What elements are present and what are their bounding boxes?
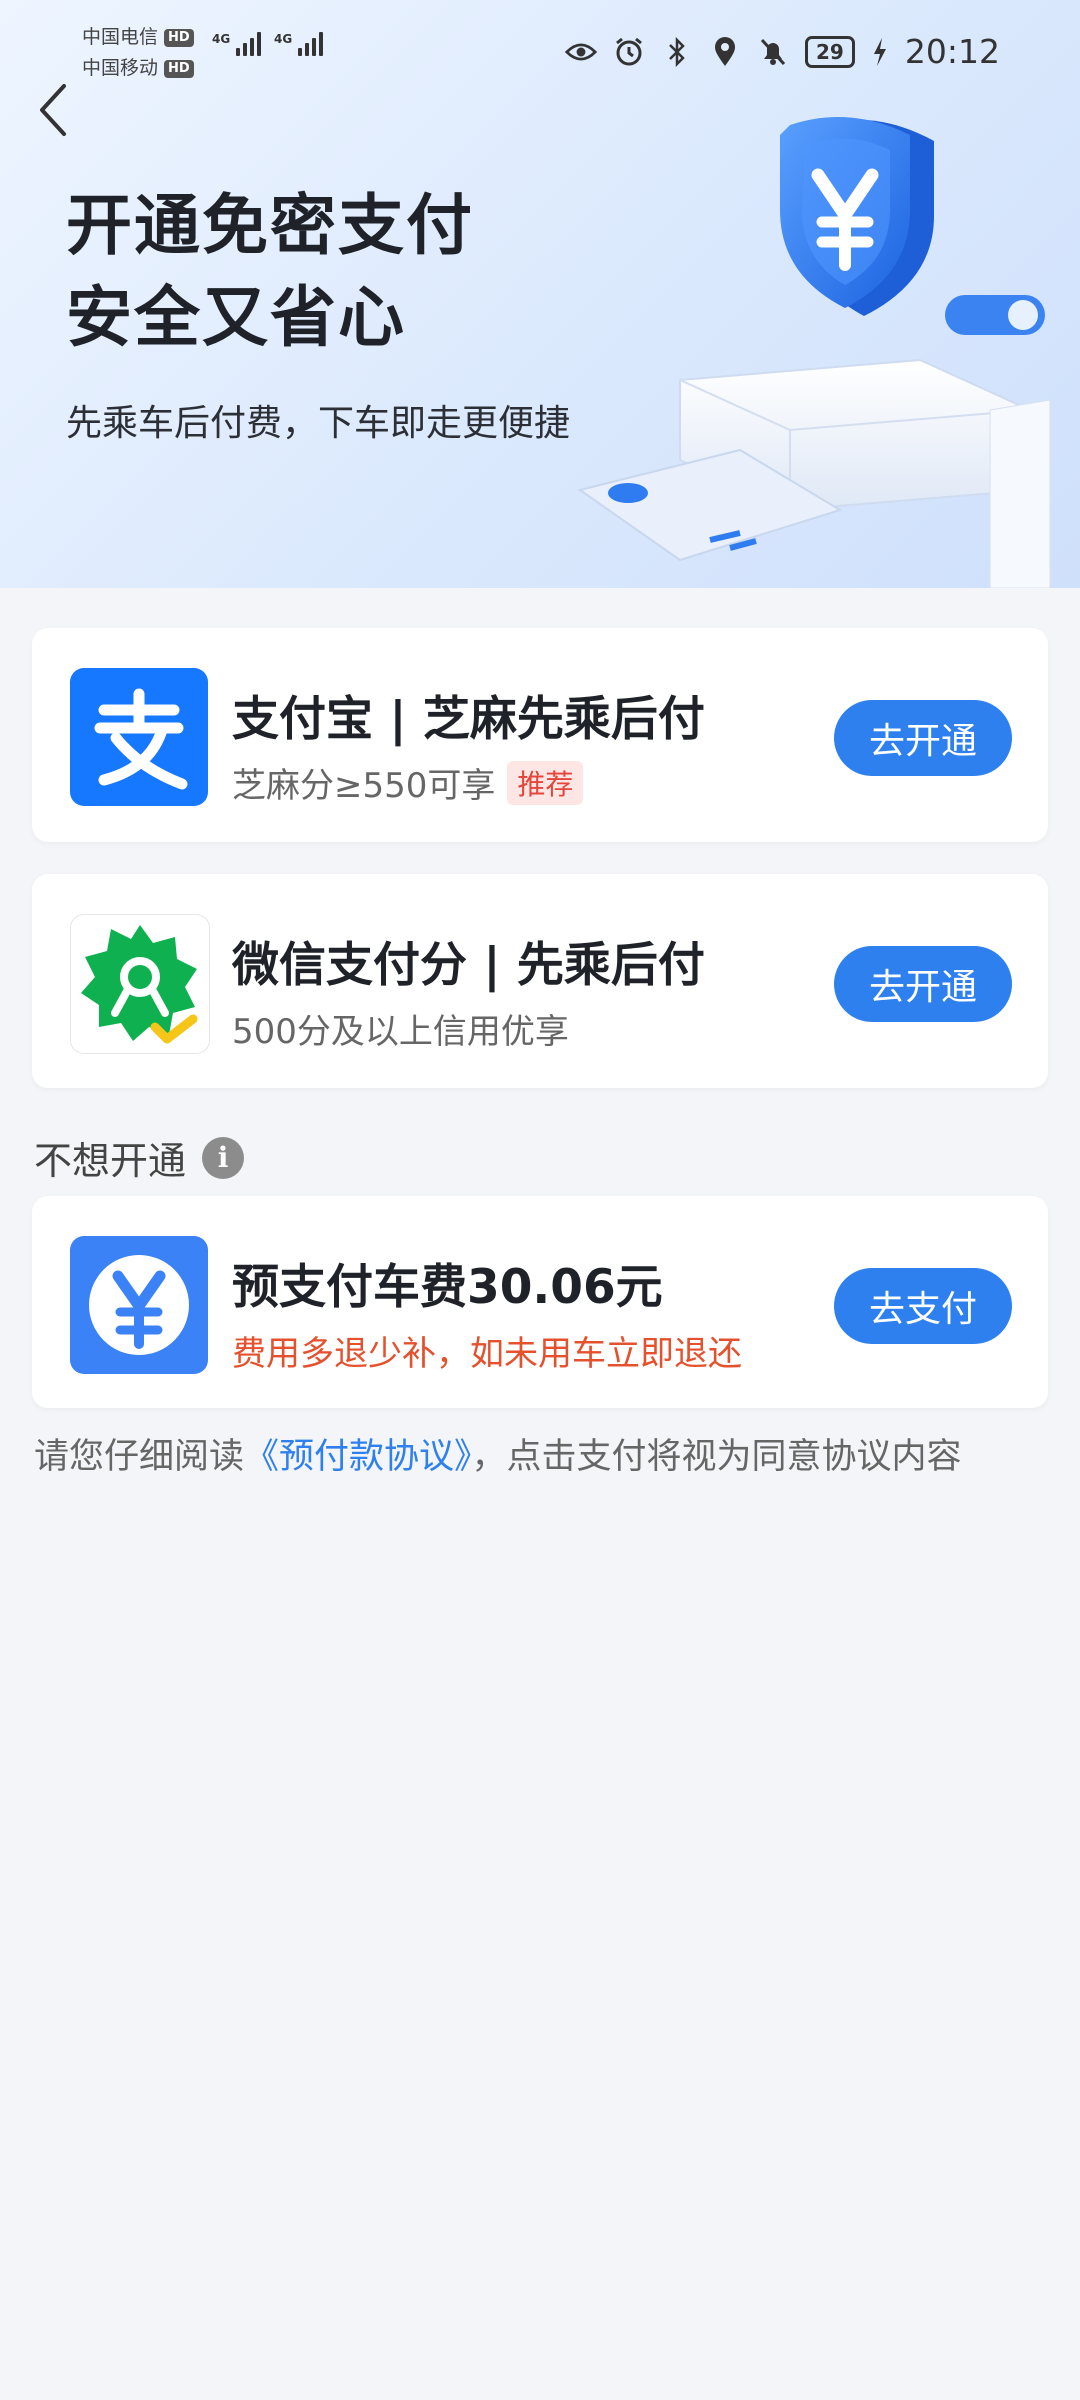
eye-icon bbox=[564, 36, 597, 68]
info-icon[interactable]: i bbox=[202, 1136, 245, 1179]
prepay-description: 费用多退少补，如未用车立即退还 bbox=[232, 1326, 742, 1375]
yen-coin-icon bbox=[70, 1236, 208, 1374]
hero-banner: 中国电信 HD 中国移动 HD 4G 4G 29 20:12 开通免密支付 安全… bbox=[0, 0, 1080, 588]
prepay-refund-note: 费用多退少补，如未用车立即退还 bbox=[232, 1334, 742, 1374]
battery-indicator: 29 bbox=[804, 35, 855, 68]
network-label: 4G bbox=[212, 32, 231, 46]
alipay-activate-button[interactable]: 去开通 bbox=[834, 700, 1012, 776]
alipay-requirement: 芝麻分≥550可享 bbox=[232, 766, 496, 806]
location-icon bbox=[709, 36, 741, 68]
prepay-title: 预支付车费30.06元 bbox=[232, 1260, 663, 1315]
agreement-prefix: 请您仔细阅读 bbox=[34, 1437, 245, 1477]
prepay-button[interactable]: 去支付 bbox=[834, 1268, 1012, 1344]
wechat-activate-button[interactable]: 去开通 bbox=[834, 946, 1012, 1022]
carrier-info: 中国电信 HD 中国移动 HD bbox=[82, 22, 194, 84]
agreement-notice: 请您仔细阅读《预付款协议》，点击支付将视为同意协议内容 bbox=[34, 1428, 962, 1479]
alipay-logo-icon bbox=[70, 668, 208, 806]
alipay-option-card: 支付宝 | 芝麻先乘后付 芝麻分≥550可享 推荐 去开通 bbox=[32, 628, 1048, 842]
status-icons: 29 20:12 bbox=[564, 32, 1000, 71]
hero-title-line-1: 开通免密支付 bbox=[66, 187, 474, 264]
hd-badge: HD bbox=[164, 59, 194, 78]
signal-icon: 4G bbox=[212, 32, 262, 56]
hero-title-line-2: 安全又省心 bbox=[66, 279, 406, 356]
wechat-requirement: 500分及以上信用优享 bbox=[232, 1012, 569, 1052]
hero-subtitle: 先乘车后付费，下车即走更便捷 bbox=[66, 403, 571, 444]
decline-section-label: 不想开通 i bbox=[34, 1130, 245, 1185]
signal-icon: 4G bbox=[274, 32, 324, 56]
recommend-badge: 推荐 bbox=[507, 760, 584, 805]
wechat-option-card: 微信支付分 | 先乘后付 500分及以上信用优享 去开通 bbox=[32, 874, 1048, 1088]
hero-title: 开通免密支付 安全又省心 bbox=[66, 180, 474, 364]
decline-label-text: 不想开通 bbox=[34, 1139, 187, 1183]
clock: 20:12 bbox=[904, 32, 1000, 71]
page: 中国电信 HD 中国移动 HD 4G 4G 29 20:12 开通免密支付 安全… bbox=[0, 0, 1080, 2400]
shield-payment-illustration bbox=[577, 117, 1051, 588]
hd-badge: HD bbox=[164, 28, 194, 47]
status-bar: 中国电信 HD 中国移动 HD 4G 4G 29 20:12 bbox=[0, 0, 1080, 100]
agreement-suffix: ，点击支付将视为同意协议内容 bbox=[471, 1437, 962, 1477]
back-button[interactable] bbox=[34, 80, 74, 140]
bluetooth-icon bbox=[661, 36, 693, 68]
mute-bell-icon bbox=[757, 36, 789, 68]
charging-icon bbox=[871, 36, 889, 68]
wechat-description: 500分及以上信用优享 bbox=[232, 1004, 569, 1053]
wechat-pay-score-logo-icon bbox=[70, 914, 210, 1054]
alipay-description: 芝麻分≥550可享 推荐 bbox=[232, 758, 584, 807]
network-label: 4G bbox=[274, 32, 293, 46]
back-arrow-icon bbox=[40, 84, 66, 136]
alipay-title: 支付宝 | 芝麻先乘后付 bbox=[232, 692, 705, 747]
prepay-agreement-link[interactable]: 《预付款协议》 bbox=[244, 1437, 472, 1477]
prepay-card: 预支付车费30.06元 费用多退少补，如未用车立即退还 去支付 bbox=[32, 1196, 1048, 1408]
alarm-icon bbox=[613, 36, 645, 68]
carrier-1: 中国电信 bbox=[82, 26, 159, 48]
wechat-title: 微信支付分 | 先乘后付 bbox=[232, 938, 705, 993]
carrier-2: 中国移动 bbox=[82, 57, 159, 79]
